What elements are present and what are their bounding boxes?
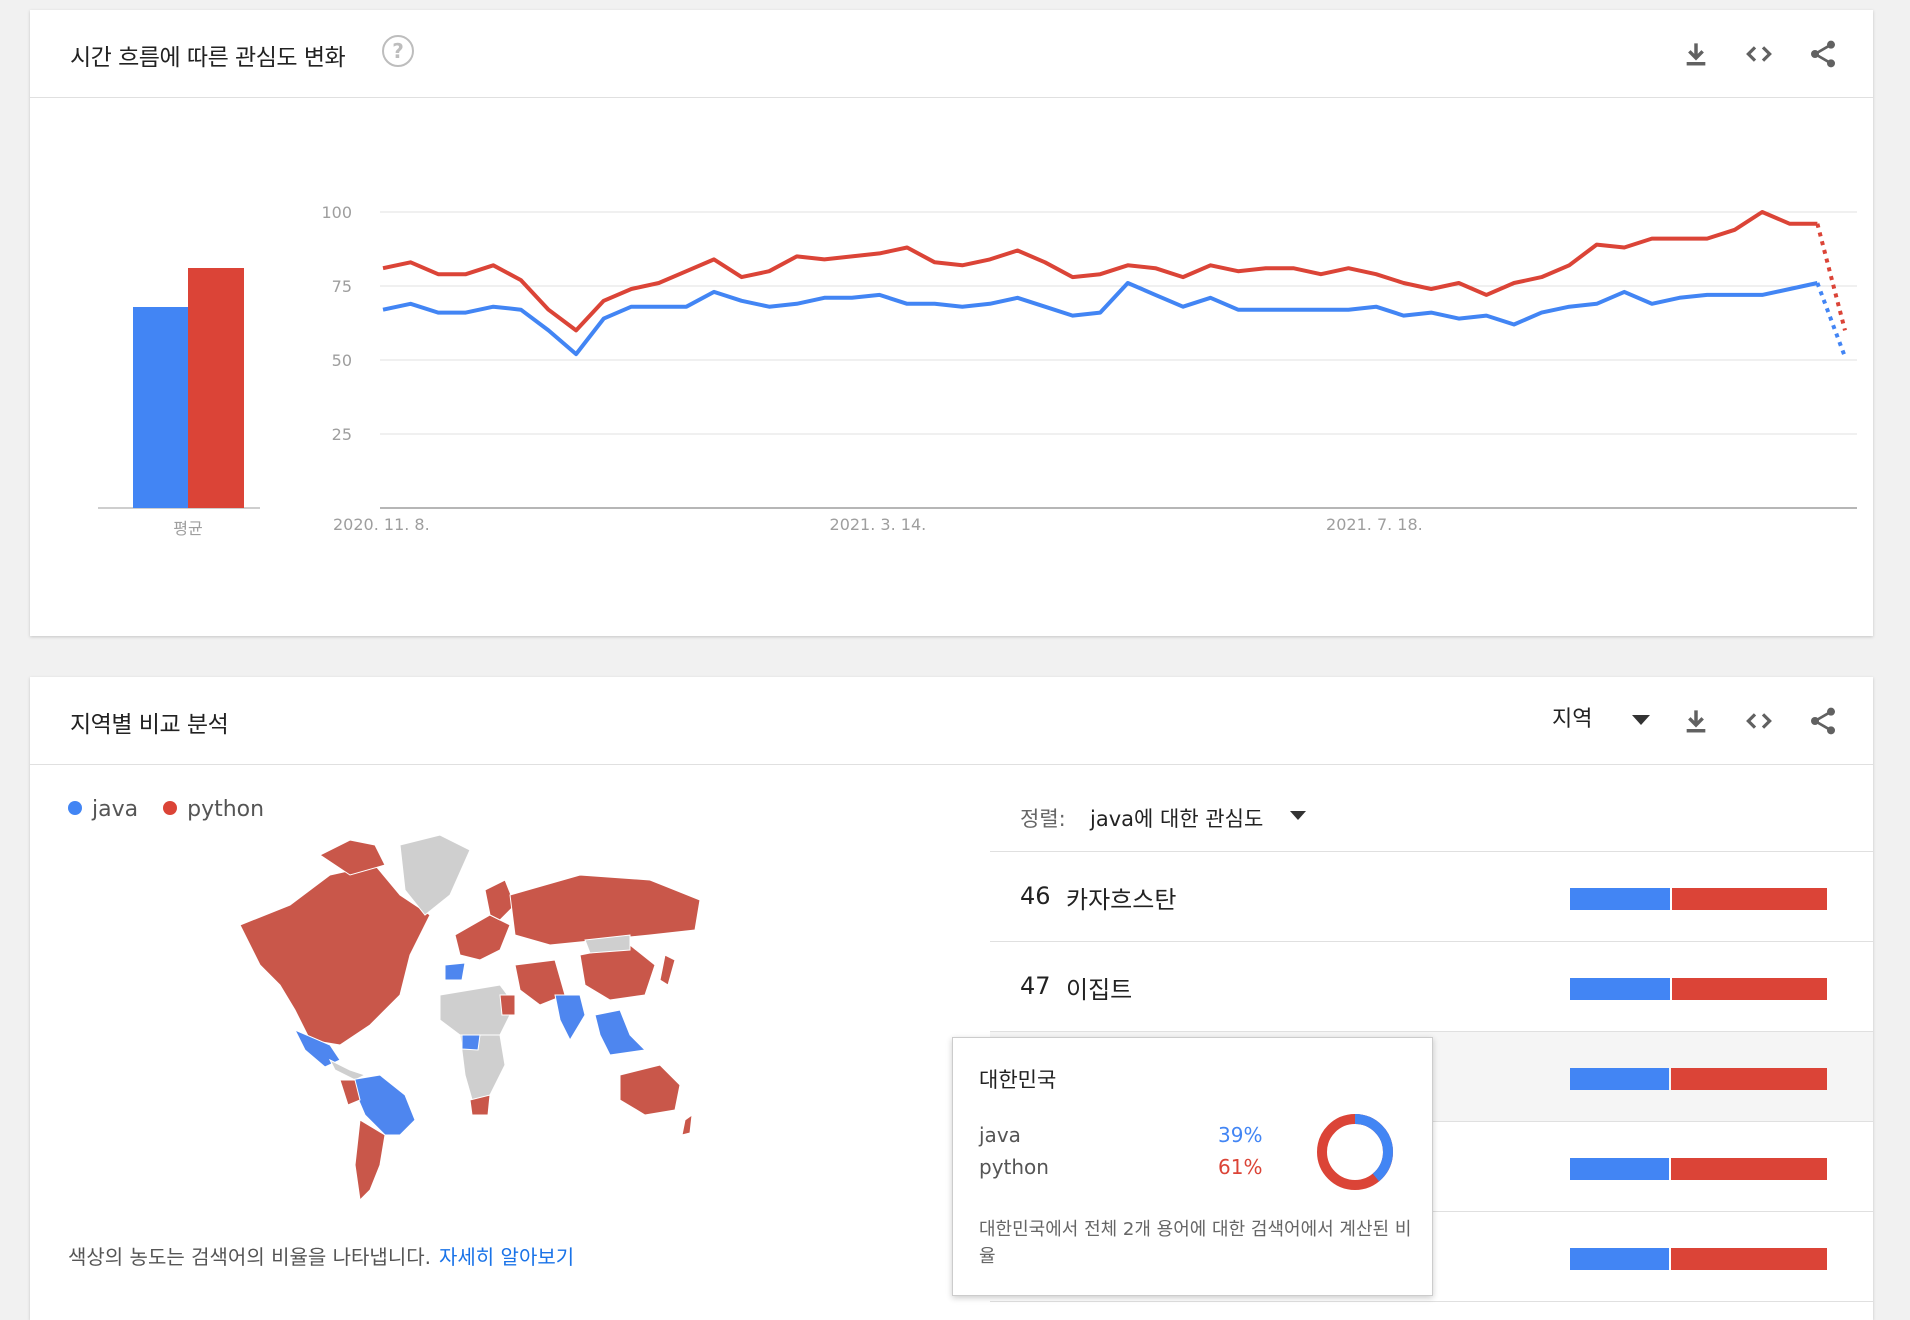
help-icon[interactable]: ?	[382, 35, 414, 67]
learn-more-link[interactable]: 자세히 알아보기	[439, 1245, 574, 1269]
avg-bar-python[interactable]	[188, 268, 244, 508]
map-region-japan	[659, 954, 676, 986]
x-tick-label: 2020. 11. 8.	[333, 515, 430, 534]
tooltip-term-python: python	[979, 1155, 1049, 1179]
section-title: 시간 흐름에 따른 관심도 변화	[70, 45, 346, 71]
region-dropdown-label: 지역	[1552, 707, 1593, 732]
region-dropdown[interactable]: 지역	[1552, 701, 1650, 737]
map-region-central-america	[328, 1058, 367, 1081]
interest-line-chart: 25 50 75 100 2020. 11. 8. 2021. 3. 14. 2021. 7…	[321, 203, 1857, 534]
region-name: 카자흐스탄	[1066, 886, 1177, 914]
java-share-bar	[1570, 978, 1670, 1000]
map-legend: java python	[68, 797, 282, 822]
legend-label: python	[187, 797, 265, 822]
share-icon[interactable]	[1807, 38, 1839, 70]
download-icon[interactable]	[1680, 705, 1712, 737]
sort-row: 정렬: java에 대한 관심도	[990, 777, 1873, 852]
sort-label: 정렬:	[1020, 807, 1066, 831]
footnote-text: 색상의 농도는 검색어의 비율을 나타냅니다.	[68, 1245, 431, 1269]
card-header: 시간 흐름에 따른 관심도 변화 ?	[30, 10, 1873, 98]
region-rank: 46	[1020, 882, 1051, 910]
map-region-europe	[454, 914, 511, 961]
tooltip-pct-python: 61%	[1218, 1155, 1263, 1179]
python-share-bar	[1671, 1158, 1827, 1180]
map-region-russia	[509, 874, 701, 946]
region-name: 이집트	[1066, 976, 1133, 1004]
avg-label: 평균	[173, 519, 202, 538]
map-region-egypt	[499, 994, 516, 1016]
java-share-bar	[1570, 888, 1670, 910]
tooltip-pct-java: 39%	[1218, 1123, 1263, 1147]
region-row[interactable]: 46 카자흐스탄	[990, 852, 1873, 942]
python-share-bar	[1671, 1068, 1827, 1090]
region-rank: 47	[1020, 972, 1051, 1000]
tooltip-donut-chart	[1317, 1114, 1393, 1190]
python-share-bar	[1671, 1248, 1827, 1270]
map-region-india	[554, 994, 586, 1042]
map-region-new-zealand	[681, 1113, 693, 1136]
avg-bar-java[interactable]	[133, 307, 189, 508]
sort-dropdown[interactable]: java에 대한 관심도	[1090, 803, 1263, 833]
map-region-southeast-asia	[594, 1009, 647, 1056]
series-line-java[interactable]	[382, 281, 1818, 357]
y-tick-label: 25	[332, 425, 352, 444]
java-share-bar	[1570, 1248, 1669, 1270]
share-icon[interactable]	[1807, 705, 1839, 737]
java-share-bar	[1570, 1158, 1669, 1180]
python-share-bar	[1672, 978, 1827, 1000]
legend-item-java[interactable]: java	[68, 797, 138, 822]
map-region-north-america	[239, 864, 431, 1046]
map-region-australia	[619, 1064, 681, 1116]
tooltip-title: 대한민국	[979, 1068, 1057, 1092]
legend-item-python[interactable]: python	[163, 797, 264, 822]
y-tick-label: 75	[332, 277, 352, 296]
legend-dot	[68, 801, 82, 815]
x-tick-label: 2021. 3. 14.	[830, 515, 927, 534]
embed-code-icon[interactable]	[1743, 38, 1775, 70]
java-share-bar	[1570, 1068, 1669, 1090]
tooltip-note: 대한민국에서 전체 2개 용어에 대한 검색어에서 계산된 비율	[979, 1219, 1412, 1267]
map-region-south-america-south	[354, 1119, 386, 1202]
legend-dot	[163, 801, 178, 815]
map-region-iberia	[444, 962, 466, 981]
series-partial-python	[1815, 223, 1847, 331]
chevron-down-icon[interactable]	[1290, 811, 1306, 820]
interest-over-time-card: 시간 흐름에 따른 관심도 변화 ? 평균 25 50 75 100 2020. 11.…	[30, 10, 1873, 636]
x-tick-label: 2021. 7. 18.	[1326, 515, 1423, 534]
tooltip-term-java: java	[979, 1123, 1021, 1147]
y-tick-label: 50	[332, 351, 352, 370]
python-share-bar	[1672, 888, 1827, 910]
card-header: 지역별 비교 분석 지역	[30, 677, 1873, 765]
legend-label: java	[92, 797, 139, 822]
chevron-down-icon	[1632, 715, 1650, 725]
world-map[interactable]	[200, 835, 820, 1215]
region-tooltip: 대한민국 java 39% python 61% 대한민국에서 전체 2개 용어…	[952, 1037, 1433, 1296]
map-region-nigeria	[461, 1034, 481, 1051]
region-row[interactable]: 47 이집트	[990, 942, 1873, 1032]
map-footnote: 색상의 농도는 검색어의 비율을 나타냅니다. 자세히 알아보기	[68, 1241, 574, 1270]
average-bar-chart: 평균	[98, 268, 260, 538]
download-icon[interactable]	[1680, 38, 1712, 70]
y-tick-label: 100	[321, 203, 352, 222]
section-title: 지역별 비교 분석	[70, 712, 229, 738]
embed-code-icon[interactable]	[1743, 705, 1775, 737]
